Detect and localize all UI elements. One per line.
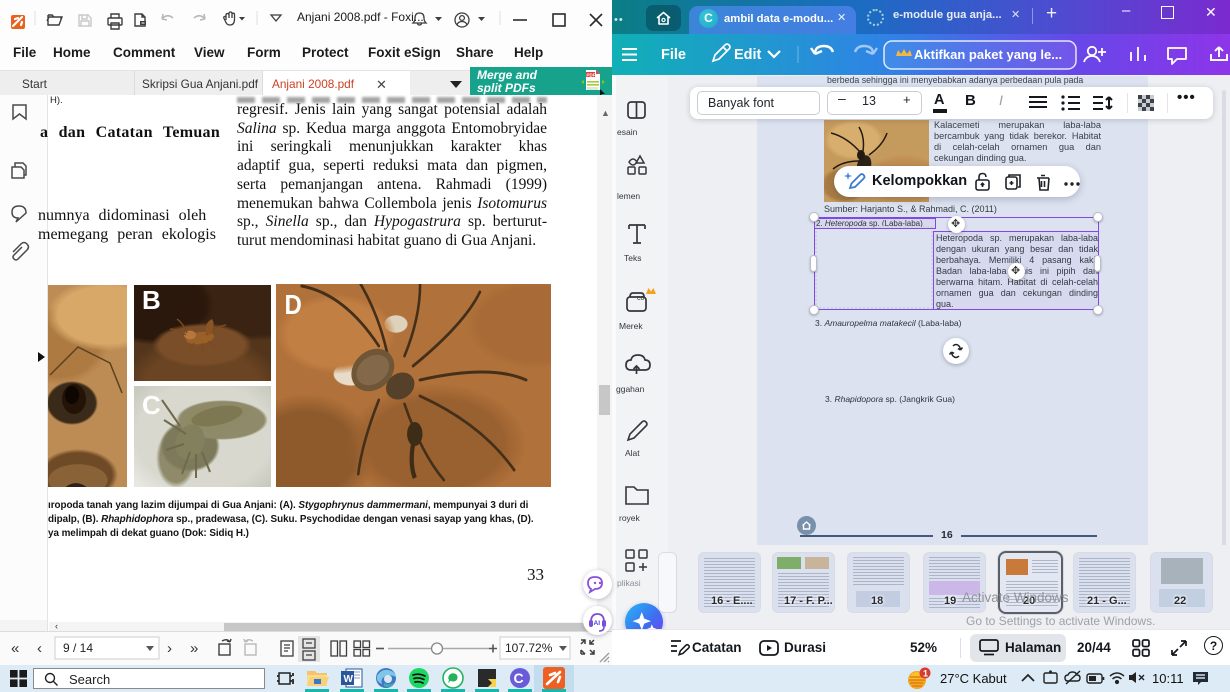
svg-text:›: › — [167, 640, 172, 657]
svg-text:‹: ‹ — [37, 640, 42, 657]
svg-text:«: « — [11, 640, 19, 657]
svg-text:C: C — [142, 390, 161, 420]
svg-text:Edit: Edit — [734, 47, 762, 63]
svg-text:»: » — [190, 640, 198, 657]
svg-text:C: C — [514, 670, 524, 686]
svg-text:AI: AI — [594, 620, 601, 627]
svg-text:D: D — [285, 288, 302, 320]
svg-text:co: co — [637, 295, 645, 302]
svg-text:PDF: PDF — [587, 73, 596, 78]
svg-text:107.72%: 107.72% — [505, 641, 553, 655]
svg-text:Anjani 2008.pdf - Foxi...: Anjani 2008.pdf - Foxi... — [297, 10, 424, 24]
svg-text:File: File — [661, 47, 686, 63]
svg-text:B: B — [142, 285, 161, 315]
svg-text:Aktifkan paket yang le...: Aktifkan paket yang le... — [914, 47, 1062, 62]
svg-text:9 / 14: 9 / 14 — [63, 641, 93, 655]
svg-text:W: W — [344, 674, 354, 685]
svg-text:1: 1 — [923, 669, 928, 679]
